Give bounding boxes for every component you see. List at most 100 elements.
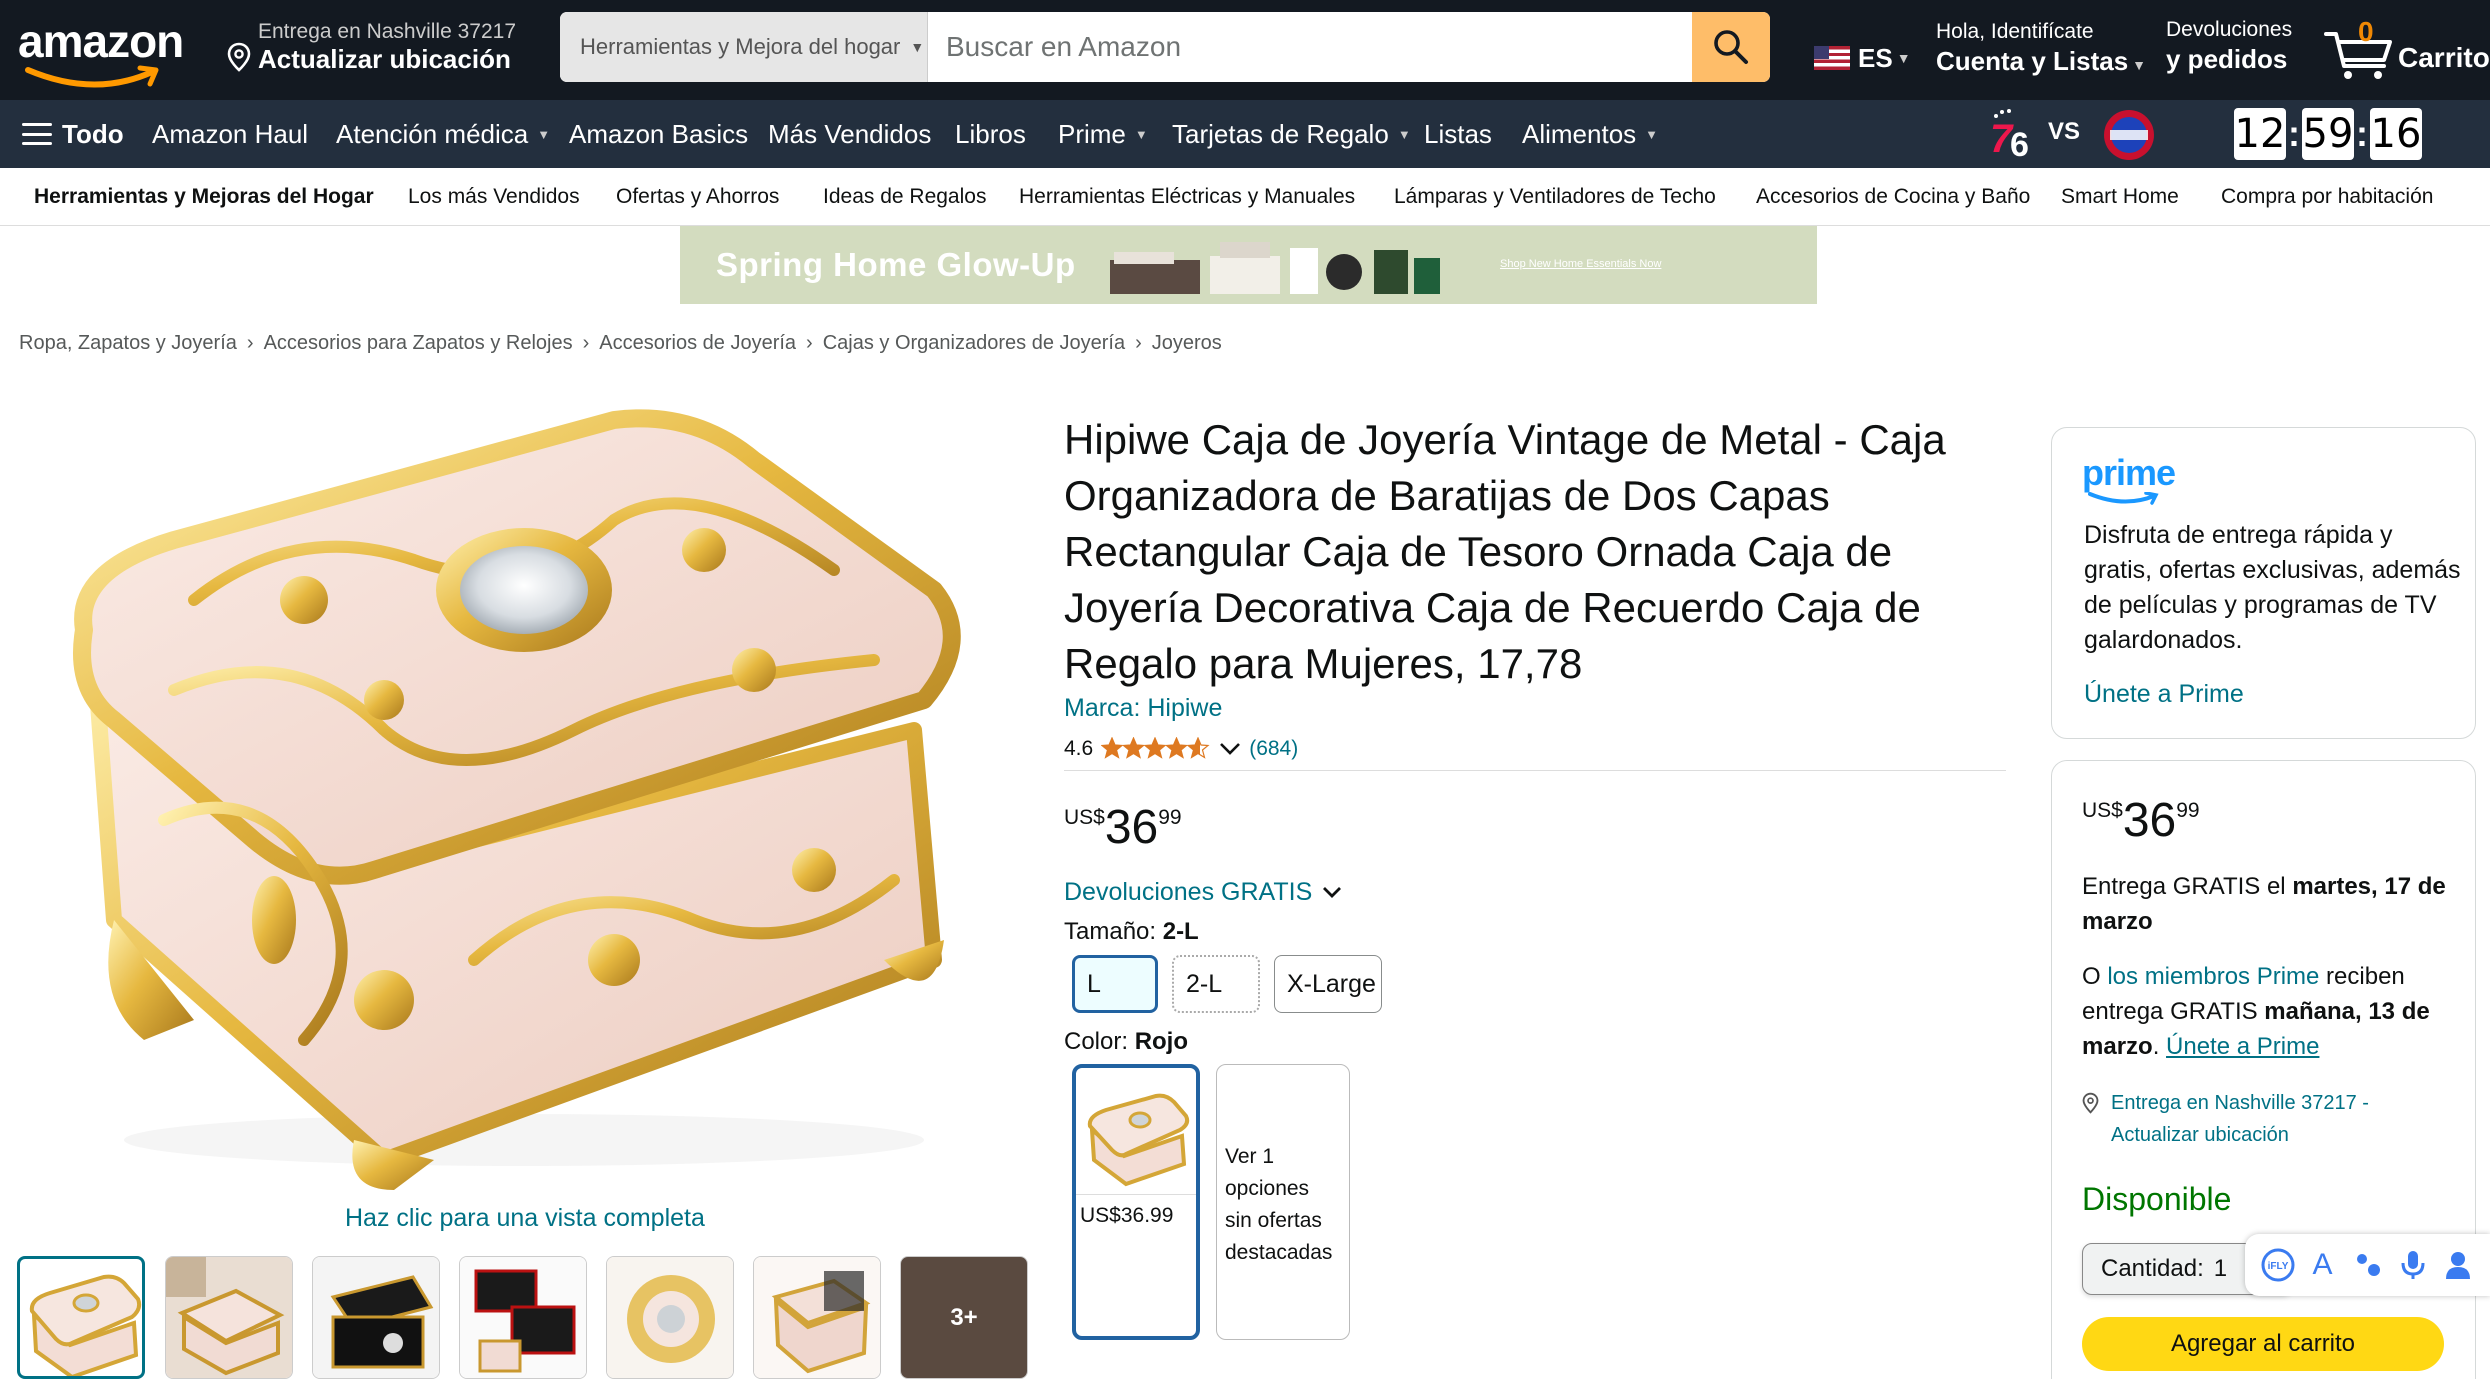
prime-delivery-text: O los miembros Prime reciben entrega GRA… bbox=[2082, 963, 2430, 1060]
microphone-icon[interactable] bbox=[2395, 1247, 2431, 1283]
main-product-image[interactable] bbox=[54, 400, 994, 1190]
size-option-2l[interactable]: 2-L bbox=[1172, 955, 1260, 1013]
divider bbox=[1076, 1194, 1196, 1195]
search-category-select[interactable]: Herramientas y Mejora del hogar ▼ bbox=[560, 12, 928, 82]
banner-link[interactable]: Shop New Home Essentials Now bbox=[1500, 258, 1661, 270]
color-swatch-image bbox=[1087, 1093, 1190, 1187]
cat-ideas-regalos[interactable]: Ideas de Regalos bbox=[823, 168, 986, 226]
chevron-down-icon[interactable] bbox=[1219, 742, 1241, 756]
chevron-right-icon: › bbox=[806, 331, 813, 354]
breadcrumb-item[interactable]: Accesorios de Joyería bbox=[599, 332, 796, 355]
amazon-logo[interactable]: amazon bbox=[18, 14, 198, 88]
free-returns-label: Devoluciones GRATIS bbox=[1064, 878, 1313, 906]
thumbnail[interactable] bbox=[165, 1256, 293, 1379]
cat-herramientas-hogar[interactable]: Herramientas y Mejoras del Hogar bbox=[34, 168, 374, 226]
ime-letter-icon[interactable]: A bbox=[2305, 1247, 2341, 1283]
thumbnail[interactable] bbox=[459, 1256, 587, 1379]
countdown-hours: 12 bbox=[2234, 108, 2286, 160]
countdown-seconds: 16 bbox=[2370, 108, 2422, 160]
promo-banner[interactable]: Spring Home Glow-Up Shop New Home Essent… bbox=[680, 226, 1817, 304]
join-prime-link[interactable]: Únete a Prime bbox=[2166, 1033, 2319, 1060]
nav-mas-vendidos[interactable]: Más Vendidos bbox=[768, 100, 931, 168]
user-icon[interactable] bbox=[2440, 1247, 2476, 1283]
cart-label: Carrito bbox=[2398, 42, 2490, 73]
delivery-location[interactable]: Entrega en Nashville 37217 - Actualizar … bbox=[2082, 1087, 2452, 1151]
size-option-l[interactable]: L bbox=[1072, 955, 1158, 1013]
language-selector[interactable]: ES ▼ bbox=[1814, 38, 1911, 78]
thumbnail-image bbox=[754, 1257, 880, 1378]
prime-promo-box: prime Disfruta de entrega rápida y grati… bbox=[2051, 427, 2476, 739]
breadcrumb-item[interactable]: Ropa, Zapatos y Joyería bbox=[19, 332, 237, 355]
thumbnail[interactable] bbox=[606, 1256, 734, 1379]
cat-cocina-bano[interactable]: Accesorios de Cocina y Baño bbox=[1756, 168, 2030, 226]
thumbnail[interactable] bbox=[17, 1256, 145, 1379]
prime-smile-icon bbox=[2088, 492, 2159, 505]
availability-status: Disponible bbox=[2082, 1181, 2232, 1217]
deliver-to[interactable]: Entrega en Nashville 37217 Actualizar ub… bbox=[222, 18, 552, 82]
cat-mas-vendidos[interactable]: Los más Vendidos bbox=[408, 168, 580, 226]
color-option-more[interactable]: Ver 1 opciones sin ofertas destacadas bbox=[1216, 1064, 1350, 1340]
chevron-down-icon bbox=[1323, 887, 1342, 898]
full-view-link[interactable]: Haz clic para una vista completa bbox=[345, 1204, 705, 1233]
returns-orders[interactable]: Devoluciones y pedidos bbox=[2166, 18, 2292, 75]
nav-all-label: Todo bbox=[62, 118, 124, 149]
caret-down-icon: ▼ bbox=[2132, 57, 2147, 73]
returns-line1: Devoluciones bbox=[2166, 18, 2293, 41]
cat-herramientas-electricas[interactable]: Herramientas Eléctricas y Manuales bbox=[1019, 168, 1355, 226]
join-prime-link[interactable]: Únete a Prime bbox=[2084, 680, 2244, 709]
search-category-label: Herramientas y Mejora del hogar bbox=[580, 34, 901, 59]
account-lists[interactable]: Hola, Identifícate Cuenta y Listas ▼ bbox=[1936, 20, 2146, 77]
cart-button[interactable]: 0 Carrito bbox=[2324, 14, 2490, 84]
game-scoreboard[interactable]: 7 6 VS bbox=[1982, 100, 2162, 168]
nav-prime[interactable]: Prime ▼ bbox=[1058, 100, 1148, 168]
color-option-rojo[interactable]: US$36.99 bbox=[1072, 1064, 1200, 1340]
pistons-logo-icon bbox=[2104, 110, 2154, 160]
search-button[interactable] bbox=[1692, 12, 1770, 82]
thumbnail-image bbox=[460, 1257, 586, 1378]
deliver-line2: Actualizar ubicación bbox=[258, 44, 511, 74]
account-label: Cuenta y Listas ▼ bbox=[1936, 46, 2147, 76]
thumbnail[interactable] bbox=[312, 1256, 440, 1379]
nav-all-menu[interactable]: Todo bbox=[22, 100, 124, 168]
search-input[interactable] bbox=[928, 12, 1650, 82]
us-flag-icon bbox=[1814, 46, 1850, 70]
nav-listas[interactable]: Listas bbox=[1424, 100, 1492, 168]
caret-down-icon: ▼ bbox=[910, 39, 925, 55]
caret-down-icon: ▼ bbox=[1134, 126, 1148, 142]
banner-product-collage bbox=[1110, 242, 1440, 294]
banner-headline: Spring Home Glow-Up bbox=[716, 246, 1076, 283]
nav-amazon-basics[interactable]: Amazon Basics bbox=[569, 100, 748, 168]
thumbnail-image bbox=[313, 1257, 439, 1378]
breadcrumb-item[interactable]: Cajas y Organizadores de Joyería bbox=[823, 332, 1125, 355]
ime-dots-icon[interactable] bbox=[2350, 1247, 2386, 1283]
cat-ofertas[interactable]: Ofertas y Ahorros bbox=[616, 168, 779, 226]
nav-libros[interactable]: Libros bbox=[955, 100, 1026, 168]
cat-lamparas[interactable]: Lámparas y Ventiladores de Techo bbox=[1394, 168, 1716, 226]
cat-smart-home[interactable]: Smart Home bbox=[2061, 168, 2179, 226]
cat-compra-habitacion[interactable]: Compra por habitación bbox=[2221, 168, 2433, 226]
add-to-cart-button[interactable]: Agregar al carrito bbox=[2082, 1317, 2444, 1371]
more-thumbnails-button[interactable]: 3+ bbox=[900, 1256, 1028, 1379]
price-fraction: 99 bbox=[1158, 806, 1182, 829]
rating-row: 4.6 (684) bbox=[1064, 734, 1298, 764]
secondary-nav: Todo Amazon Haul Atención médica ▼ Amazon… bbox=[0, 100, 2490, 168]
nav-alimentos[interactable]: Alimentos ▼ bbox=[1522, 100, 1658, 168]
nav-atencion-medica[interactable]: Atención médica ▼ bbox=[336, 100, 550, 168]
brand-link[interactable]: Marca: Hipiwe bbox=[1064, 694, 1222, 723]
breadcrumb-item[interactable]: Joyeros bbox=[1152, 332, 1222, 355]
deliver-line1: Entrega en Nashville 37217 bbox=[258, 20, 517, 43]
logo-smile-icon bbox=[25, 65, 159, 88]
review-count-link[interactable]: (684) bbox=[1249, 737, 1298, 761]
free-returns-link[interactable]: Devoluciones GRATIS bbox=[1064, 878, 1342, 907]
prime-members-link[interactable]: los miembros Prime bbox=[2107, 963, 2319, 990]
size-option-xlarge[interactable]: X-Large bbox=[1274, 955, 1382, 1013]
star-rating-icon[interactable] bbox=[1101, 737, 1211, 761]
thumbnail[interactable] bbox=[753, 1256, 881, 1379]
location-pin-icon bbox=[227, 42, 251, 72]
ifly-logo-icon[interactable]: iFLY bbox=[2260, 1247, 2296, 1283]
nav-tarjetas-regalo[interactable]: Tarjetas de Regalo ▼ bbox=[1172, 100, 1411, 168]
breadcrumb-item[interactable]: Accesorios para Zapatos y Relojes bbox=[264, 332, 573, 355]
price-currency: US$ bbox=[1064, 806, 1105, 829]
location-pin-icon bbox=[2082, 1092, 2099, 1114]
nav-amazon-haul[interactable]: Amazon Haul bbox=[152, 100, 308, 168]
